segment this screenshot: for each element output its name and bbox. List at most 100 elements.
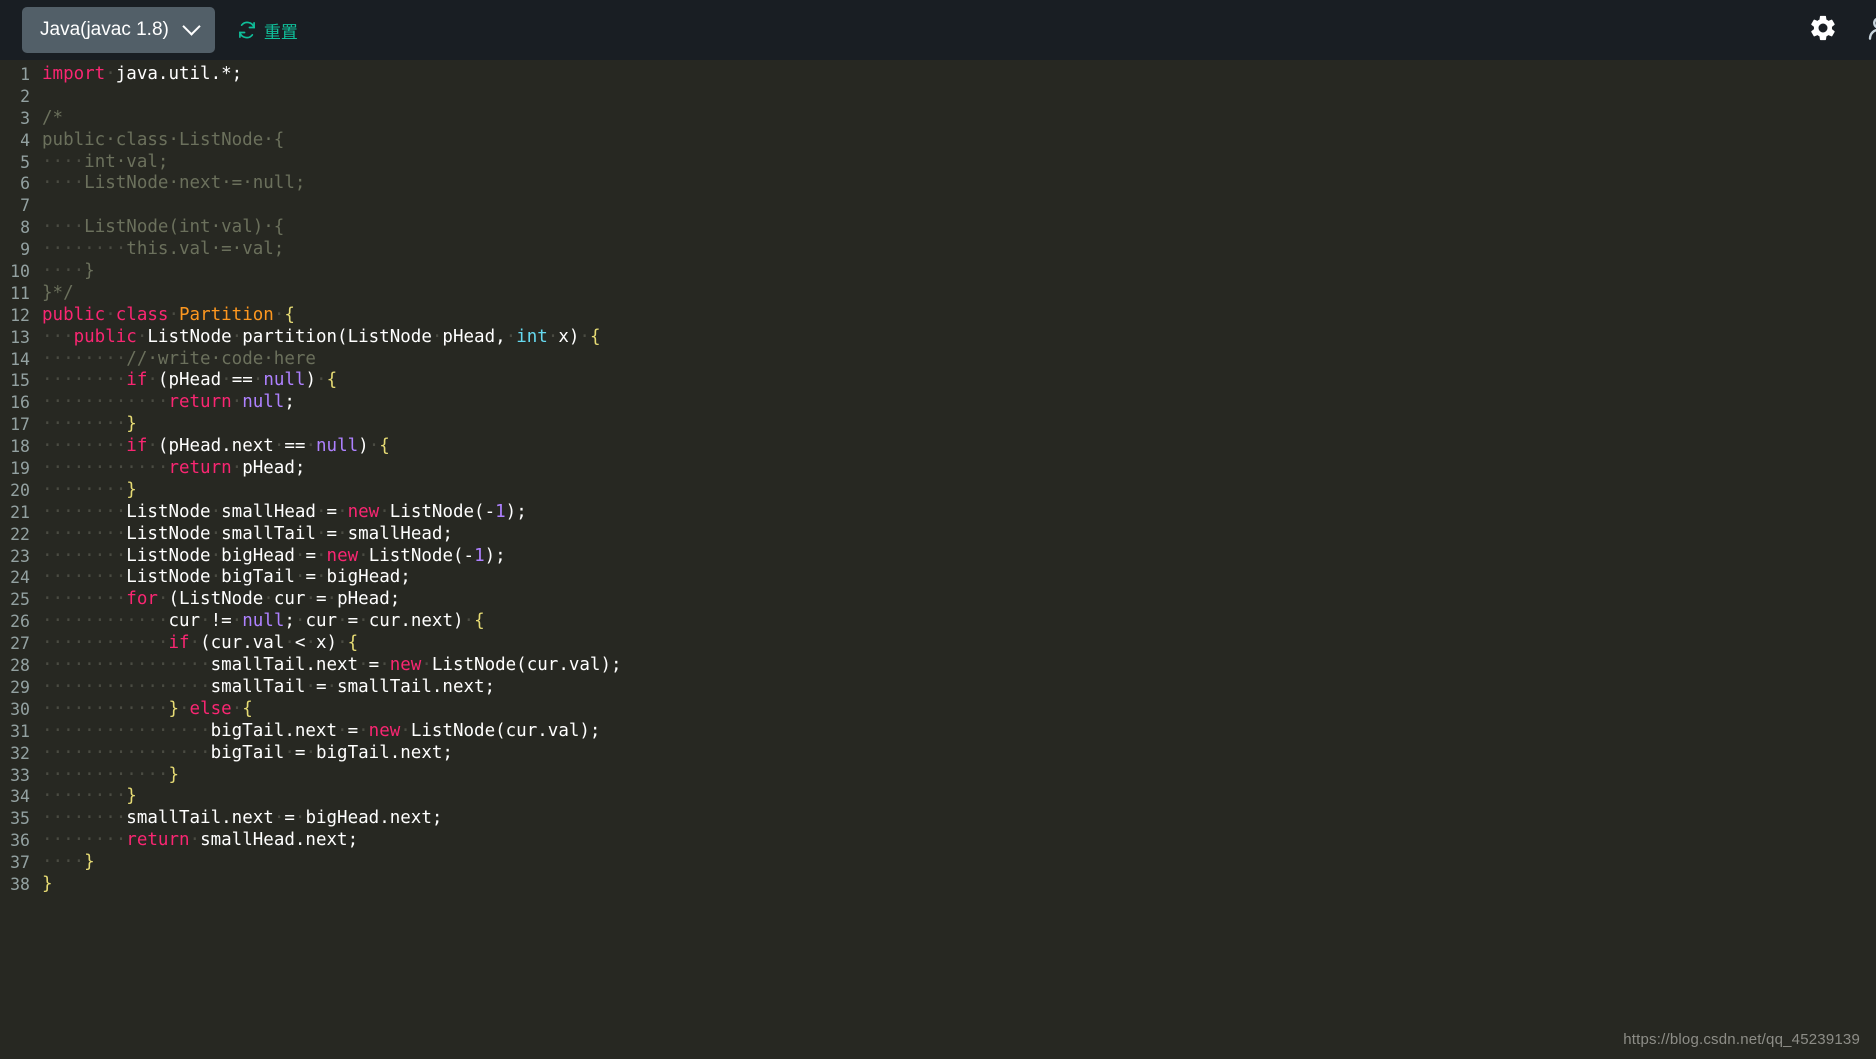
code-line-content: ········ListNode·bigHead·=·new·ListNode(… [30, 546, 506, 568]
code-line[interactable]: 3 /* [0, 108, 1876, 130]
code-token: = [368, 655, 380, 676]
code-line[interactable]: 13 ···public·ListNode·partition(ListNode·… [0, 327, 1876, 349]
person-icon[interactable] [1864, 13, 1876, 48]
code-line[interactable]: 18 ········if·(pHead.next·==·null)·{ [0, 436, 1876, 458]
code-token: new [326, 545, 359, 566]
code-line-content: ········return·smallHead.next; [30, 830, 358, 852]
code-token: < [294, 633, 306, 654]
code-token: ········ [42, 545, 127, 566]
code-token: · [431, 326, 443, 347]
code-line[interactable]: 2 [0, 86, 1876, 108]
code-line-content: ····ListNode(int·val)·{ [30, 217, 284, 239]
code-line[interactable]: 4 public·class·ListNode·{ [0, 130, 1876, 152]
code-token: { [347, 633, 359, 654]
line-number: 20 [10, 480, 30, 500]
code-line[interactable]: 11}*/ [0, 283, 1876, 305]
code-line[interactable]: 33 ············} [0, 765, 1876, 787]
code-token: = [326, 501, 338, 522]
code-editor[interactable]: 1 import·java.util.*; 2 3/* 4 public·class·Li… [0, 60, 1876, 1059]
code-token: = [315, 676, 327, 697]
code-token: cur [273, 589, 306, 610]
code-token: · [368, 436, 380, 457]
code-token: null [316, 436, 359, 457]
code-line[interactable]: 16 ············return·null; [0, 392, 1876, 414]
code-line[interactable]: 14 ········//·write·code·here [0, 349, 1876, 371]
code-token: null [242, 392, 285, 413]
code-line[interactable]: 24 ········ListNode·bigTail·=·bigHead; [0, 567, 1876, 589]
code-line[interactable]: 29 ················smallTail·=·smallTail.… [0, 677, 1876, 699]
line-number: 23 [10, 546, 30, 566]
code-token: return [168, 392, 232, 413]
code-token: ListNode [126, 523, 211, 544]
line-number: 24 [10, 568, 30, 588]
code-line[interactable]: 7 [0, 195, 1876, 217]
code-token: · [273, 808, 285, 829]
code-token: · [421, 655, 432, 676]
code-token: · [273, 304, 285, 325]
gear-icon[interactable] [1808, 13, 1838, 48]
code-token: new [347, 501, 380, 522]
code-line[interactable]: 26 ············cur·!=·null;·cur·=·cur.nex… [0, 611, 1876, 633]
code-line[interactable]: 12 public·class·Partition·{ [0, 305, 1876, 327]
language-selector[interactable]: Java(javac 1.8) [22, 7, 215, 53]
line-number: 13 [10, 327, 30, 347]
language-selector-label: Java(javac 1.8) [40, 19, 169, 40]
code-line[interactable]: 25 ········for·(ListNode·cur·=·pHead; [0, 589, 1876, 611]
code-line[interactable]: 37 ····} [0, 852, 1876, 874]
code-line[interactable]: 22 ········ListNode·smallTail·=·smallHead… [0, 524, 1876, 546]
line-number: 2 [20, 86, 30, 106]
code-line[interactable]: 17 ········} [0, 414, 1876, 436]
code-token: · [294, 611, 306, 632]
code-token: } [84, 261, 95, 282]
code-line[interactable]: 15 ········if·(pHead·==·null)·{ [0, 370, 1876, 392]
code-line[interactable]: 34 ········} [0, 786, 1876, 808]
code-token: ············ [42, 633, 169, 654]
line-number: 18 [10, 437, 30, 457]
code-line[interactable]: 21 ········ListNode·smallHead·=·new·ListN… [0, 502, 1876, 524]
code-line[interactable]: 8 ····ListNode(int·val)·{ [0, 217, 1876, 239]
code-line[interactable]: 1 import·java.util.*; [0, 64, 1876, 86]
code-token: = [347, 720, 359, 741]
code-token: · [315, 501, 327, 522]
code-line[interactable]: 23 ········ListNode·bigHead·=·new·ListNod… [0, 546, 1876, 568]
code-token: ········ [42, 348, 127, 369]
code-line[interactable]: 38} [0, 874, 1876, 896]
reset-button[interactable]: 重置 [237, 18, 298, 43]
code-token: · [294, 808, 306, 829]
code-token: · [337, 633, 348, 654]
code-line-content: ····ListNode·next·=·null; [30, 173, 305, 195]
code-line[interactable]: 28 ················smallTail.next·=·new·L… [0, 655, 1876, 677]
code-line[interactable]: 5 ····int·val; [0, 152, 1876, 174]
line-number: 30 [10, 699, 30, 719]
code-line-content: ········for·(ListNode·cur·=·pHead; [30, 589, 400, 611]
code-token: if [168, 633, 190, 654]
code-token: import [42, 64, 106, 84]
code-line[interactable]: 36 ········return·smallHead.next; [0, 830, 1876, 852]
code-line[interactable]: 32 ················bigTail·=·bigTail.next… [0, 743, 1876, 765]
code-token: · [284, 742, 295, 763]
line-number: 29 [10, 677, 30, 697]
code-line[interactable]: 10 ····} [0, 261, 1876, 283]
code-token: · [305, 436, 316, 457]
code-token: · [189, 633, 201, 654]
code-token: bigHead; [326, 567, 411, 588]
code-line[interactable]: 31 ················bigTail.next·=·new·Lis… [0, 721, 1876, 743]
code-token: this.val·=·val; [126, 239, 285, 260]
code-token: · [210, 501, 222, 522]
code-line[interactable]: 27 ············if·(cur.val·<·x)·{ [0, 633, 1876, 655]
code-token: · [358, 545, 369, 566]
line-number: 22 [10, 524, 30, 544]
code-token: ListNode(- [389, 501, 496, 522]
code-line[interactable]: 35 ········smallTail.next·=·bigHead.next; [0, 808, 1876, 830]
code-line[interactable]: 6 ····ListNode·next·=·null; [0, 173, 1876, 195]
code-token: · [105, 304, 116, 325]
code-line-content: /* [30, 108, 63, 130]
line-number: 16 [10, 393, 30, 413]
code-line[interactable]: 9 ········this.val·=·val; [0, 239, 1876, 261]
code-token: · [200, 611, 211, 632]
code-line-content: ········if·(pHead.next·==·null)·{ [30, 436, 390, 458]
code-line[interactable]: 30 ············}·else·{ [0, 699, 1876, 721]
code-token: ListNode [126, 501, 211, 522]
code-line[interactable]: 19 ············return·pHead; [0, 458, 1876, 480]
code-line[interactable]: 20 ········} [0, 480, 1876, 502]
